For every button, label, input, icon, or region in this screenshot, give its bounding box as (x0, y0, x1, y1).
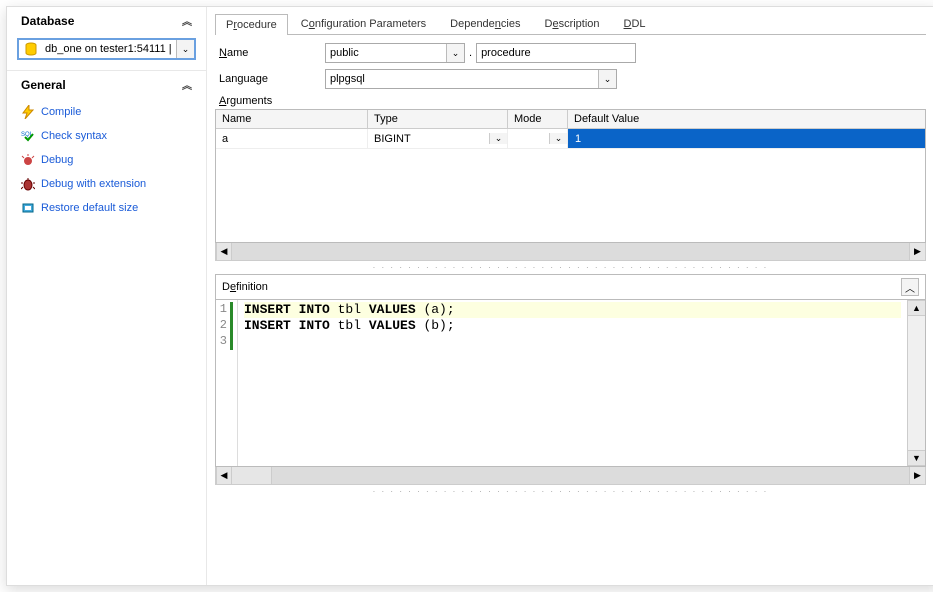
scroll-up-icon[interactable]: ▲ (908, 300, 925, 316)
col-header-default[interactable]: Default Value (568, 110, 925, 128)
col-header-name[interactable]: Name (216, 110, 368, 128)
code-line[interactable] (244, 334, 901, 350)
restore-size-icon (19, 200, 37, 216)
nav-list: Compile SQL Check syntax Debug Debug wit… (7, 98, 206, 222)
form-row-arguments-label: Arguments (215, 95, 926, 107)
main-panel: Procedure Configuration Parameters Depen… (207, 7, 933, 585)
line-number: 2 (216, 318, 233, 334)
line-number: 3 (216, 334, 233, 350)
nav-item-label: Check syntax (41, 130, 107, 142)
splitter-handle[interactable]: · · · · · · · · · · · · · · · · · · · · … (215, 485, 926, 498)
arg-cell-name[interactable]: a (216, 129, 368, 148)
database-combo-text: db_one on tester1:54111 | (43, 43, 176, 55)
definition-header: Definition ︿ (215, 274, 926, 299)
collapse-icon[interactable]: ︽ (182, 13, 192, 28)
arguments-wrapper: Name Type Mode Default Value a BIGINT ⌄ … (215, 109, 926, 573)
sidebar: Database ︽ db_one on tester1:54111 | ⌄ G… (7, 7, 207, 585)
scroll-thumb[interactable] (232, 467, 272, 484)
tab-description[interactable]: Description (533, 13, 610, 34)
sidebar-section-database[interactable]: Database ︽ (7, 7, 206, 34)
database-combo-wrap: db_one on tester1:54111 | ⌄ (7, 34, 206, 71)
arg-cell-default[interactable]: 1 (568, 129, 925, 148)
tab-ddl[interactable]: DDL (613, 13, 657, 34)
nav-item-debug[interactable]: Debug (15, 148, 198, 172)
line-number: 1 (216, 302, 233, 318)
debug-icon (19, 152, 37, 168)
arg-cell-mode[interactable]: ⌄ (508, 129, 568, 148)
form-row-language: Language plpgsql ⌄ (215, 69, 926, 89)
scroll-right-icon[interactable]: ▶ (909, 243, 925, 260)
nav-item-debug-extension[interactable]: Debug with extension (15, 172, 198, 196)
language-combo[interactable]: plpgsql ⌄ (325, 69, 617, 89)
arg-cell-type[interactable]: BIGINT ⌄ (368, 129, 508, 148)
nav-item-restore-size[interactable]: Restore default size (15, 196, 198, 220)
arguments-grid-header: Name Type Mode Default Value (216, 110, 925, 129)
tab-config-params[interactable]: Configuration Parameters (290, 13, 437, 34)
scroll-down-icon[interactable]: ▼ (908, 450, 925, 466)
bolt-icon (19, 104, 37, 120)
arguments-row[interactable]: a BIGINT ⌄ ⌄ 1 (216, 129, 925, 149)
database-combo[interactable]: db_one on tester1:54111 | ⌄ (17, 38, 196, 60)
scroll-left-icon[interactable]: ◀ (216, 243, 232, 260)
dot-separator: . (465, 47, 476, 59)
nav-item-check-syntax[interactable]: SQL Check syntax (15, 124, 198, 148)
scroll-track[interactable] (232, 467, 909, 484)
language-label: Language (215, 73, 325, 85)
language-value: plpgsql (330, 73, 365, 85)
arguments-grid: Name Type Mode Default Value a BIGINT ⌄ … (215, 109, 926, 243)
dropdown-icon[interactable]: ⌄ (176, 40, 194, 58)
name-label: Name (215, 47, 325, 59)
sidebar-section-label: General (21, 78, 66, 92)
tab-procedure[interactable]: Procedure (215, 14, 288, 35)
collapse-icon[interactable]: ︽ (182, 77, 192, 92)
splitter-handle[interactable]: · · · · · · · · · · · · · · · · · · · · … (215, 261, 926, 274)
tab-dependencies[interactable]: Dependencies (439, 13, 531, 34)
args-horizontal-scrollbar[interactable]: ◀ ▶ (215, 243, 926, 261)
scroll-left-icon[interactable]: ◀ (216, 467, 232, 484)
nav-item-compile[interactable]: Compile (15, 100, 198, 124)
code-line[interactable]: INSERT INTO tbl VALUES (a); (244, 302, 901, 318)
editor-code[interactable]: INSERT INTO tbl VALUES (a); INSERT INTO … (238, 300, 907, 466)
scroll-right-icon[interactable]: ▶ (909, 467, 925, 484)
col-header-mode[interactable]: Mode (508, 110, 568, 128)
check-syntax-icon: SQL (19, 128, 37, 144)
collapse-up-icon[interactable]: ︿ (901, 278, 919, 296)
definition-label: Definition (222, 281, 268, 293)
nav-item-label: Debug (41, 154, 73, 166)
sidebar-section-label: Database (21, 14, 74, 28)
database-icon (23, 41, 39, 57)
code-line[interactable]: INSERT INTO tbl VALUES (b); (244, 318, 901, 334)
col-header-type[interactable]: Type (368, 110, 508, 128)
nav-item-label: Debug with extension (41, 178, 146, 190)
schema-value: public (330, 47, 359, 59)
form-row-name: Name public ⌄ . (215, 43, 926, 63)
tab-bar: Procedure Configuration Parameters Depen… (215, 13, 926, 35)
dropdown-icon[interactable]: ⌄ (549, 133, 567, 144)
arguments-label: Arguments (215, 95, 325, 107)
scroll-track[interactable] (232, 243, 909, 260)
name-input[interactable] (476, 43, 636, 63)
nav-item-label: Compile (41, 106, 81, 118)
nav-item-label: Restore default size (41, 202, 138, 214)
sidebar-section-general[interactable]: General ︽ (7, 71, 206, 98)
schema-combo[interactable]: public ⌄ (325, 43, 465, 63)
editor-vertical-scrollbar[interactable]: ▲ ▼ (907, 300, 925, 466)
editor-gutter: 1 2 3 (216, 300, 238, 466)
sql-editor[interactable]: 1 2 3 INSERT INTO tbl VALUES (a); INSERT… (215, 299, 926, 467)
dropdown-icon[interactable]: ⌄ (446, 44, 464, 62)
editor-horizontal-scrollbar[interactable]: ◀ ▶ (215, 467, 926, 485)
bug-icon (19, 176, 37, 192)
dropdown-icon[interactable]: ⌄ (598, 70, 616, 88)
app-window: Database ︽ db_one on tester1:54111 | ⌄ G… (6, 6, 933, 586)
dropdown-icon[interactable]: ⌄ (489, 133, 507, 144)
